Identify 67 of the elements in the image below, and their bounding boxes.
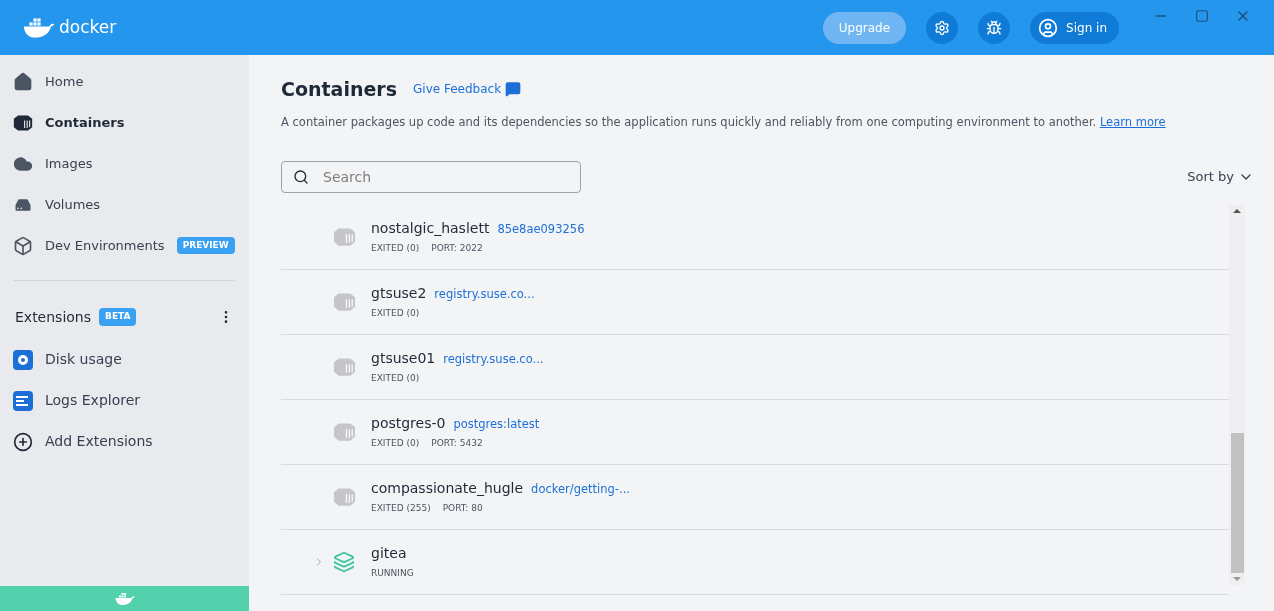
stack-icon	[333, 550, 355, 573]
container-status: EXITED (0)	[371, 242, 420, 255]
container-icon	[333, 356, 356, 377]
whale-logo-icon	[23, 16, 55, 39]
container-name: gtsuse01	[371, 349, 436, 368]
container-icon	[333, 226, 356, 247]
container-icon	[333, 421, 356, 442]
image-link[interactable]: 85e8ae093256	[497, 221, 585, 239]
beta-badge: BETA	[99, 308, 137, 326]
container-row[interactable]: postgres-0 postgres:latest EXITED (0) PORT: 5432	[281, 399, 1229, 465]
maximize-icon[interactable]	[1195, 9, 1209, 23]
add-icon	[13, 431, 33, 452]
extension-item[interactable]: Logs Explorer	[0, 380, 249, 421]
home-icon	[13, 71, 33, 92]
preview-badge: PREVIEW	[176, 236, 235, 255]
extension-item[interactable]: Disk usage	[0, 339, 249, 380]
search-field[interactable]: Search	[281, 160, 581, 193]
settings-icon	[934, 19, 951, 36]
image-link[interactable]: postgres:latest	[453, 416, 540, 434]
sidebar-item[interactable]: Images	[0, 143, 249, 184]
container-name: gtsuse2	[371, 284, 427, 303]
container-name: compassionate_hugle	[371, 479, 524, 498]
user-icon	[1038, 17, 1059, 38]
bug-button[interactable]	[978, 11, 1011, 44]
scrollbar[interactable]	[1229, 204, 1245, 585]
container-row[interactable]: gtsuse01 registry.suse.co... EXITED (0)	[281, 334, 1229, 400]
image-link[interactable]: registry.suse.co...	[434, 286, 535, 304]
settings-button[interactable]	[926, 11, 959, 44]
image-link[interactable]: registry.suse.co...	[443, 351, 544, 369]
sidebar-item[interactable]: Home	[0, 61, 249, 102]
disk-usage-icon	[13, 349, 33, 370]
container-row[interactable]: gtsuse2 registry.suse.co... EXITED (0)	[281, 269, 1229, 335]
sidebar-item[interactable]: Containers	[0, 102, 249, 143]
page-title: Containers	[281, 77, 398, 102]
box-icon	[13, 235, 33, 256]
container-port: PORT: 2022	[431, 242, 483, 255]
sort-button[interactable]: Sort by	[1187, 167, 1254, 187]
logs-icon	[13, 390, 33, 411]
container-name: nostalgic_haslett	[371, 219, 490, 238]
sidebar-item[interactable]: Dev Environments PREVIEW	[0, 225, 249, 266]
container-icon	[333, 486, 356, 507]
container-port: PORT: 5432	[431, 437, 483, 450]
image-link[interactable]: docker/getting-...	[531, 481, 630, 499]
sidebar-item[interactable]: Volumes	[0, 184, 249, 225]
container-port: PORT: 80	[442, 502, 483, 515]
bug-icon	[986, 19, 1003, 36]
learn-more-link[interactable]: Learn more	[1099, 114, 1166, 129]
extension-item[interactable]: Add Extensions	[0, 421, 249, 462]
container-row[interactable]: gitea RUNNING	[281, 529, 1229, 595]
search-icon	[293, 168, 309, 185]
container-status: RUNNING	[371, 567, 414, 580]
page-description: A container packages up code and its dependencies so the application runs quickly and reliably from one computing environment to another. Learn more	[281, 113, 1167, 131]
sign-in-button[interactable]: Sign in	[1030, 11, 1119, 44]
feedback-icon	[505, 81, 522, 98]
extensions-heading: Extensions	[15, 307, 92, 327]
docker-logo-text: docker	[59, 15, 117, 39]
container-status: EXITED (0)	[371, 307, 420, 320]
container-name: gitea	[371, 544, 407, 563]
give-feedback-link[interactable]: Give Feedback	[413, 80, 522, 99]
container-icon	[333, 291, 356, 312]
container-name: postgres-0	[371, 414, 446, 433]
container-status: EXITED (0)	[371, 372, 420, 385]
whale-icon	[114, 591, 135, 606]
container-status: EXITED (0)	[371, 437, 420, 450]
container-status: EXITED (255)	[371, 502, 431, 515]
container-row[interactable]: nostalgic_haslett 85e8ae093256 EXITED (0) PORT: 2022	[281, 204, 1229, 270]
container-row[interactable]: compassionate_hugle docker/getting-... EXITED (255) PORT: 80	[281, 464, 1229, 530]
